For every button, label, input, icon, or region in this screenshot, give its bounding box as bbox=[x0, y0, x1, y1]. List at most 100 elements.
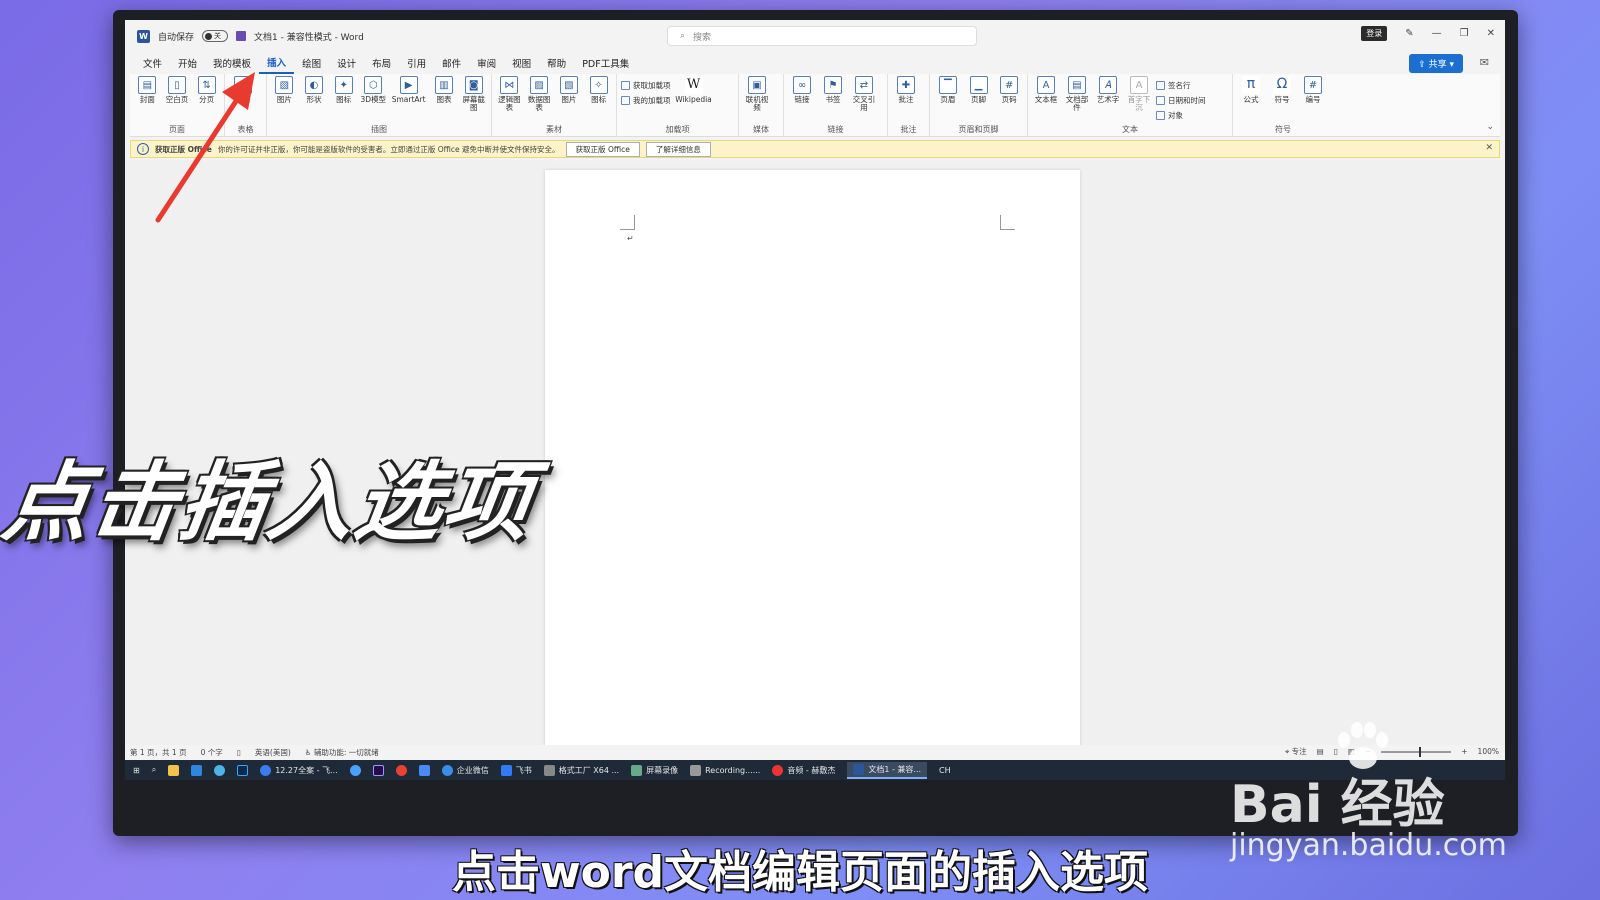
photoshop-icon[interactable] bbox=[237, 764, 249, 776]
icons-button[interactable]: ✦ 图标 bbox=[330, 76, 357, 104]
symbol-button[interactable]: Ω 符号 bbox=[1268, 76, 1296, 104]
tab-view[interactable]: 视图 bbox=[504, 52, 539, 74]
word-count[interactable]: 0 个字 bbox=[201, 747, 223, 758]
language-indicator[interactable]: 英语(美国) bbox=[255, 747, 291, 758]
pen-icon[interactable]: ✎ bbox=[1405, 28, 1413, 39]
cross-reference-button[interactable]: ⇄ 交叉引用 bbox=[850, 76, 878, 113]
close-icon[interactable]: ✕ bbox=[1487, 28, 1495, 39]
zoom-slider-thumb[interactable] bbox=[1419, 746, 1422, 757]
taskbar-item-wecom[interactable]: 企业微信 bbox=[441, 764, 489, 776]
save-icon[interactable] bbox=[236, 31, 247, 41]
tab-pdf-tools[interactable]: PDF工具集 bbox=[574, 52, 637, 74]
screen: W 自动保存 关 文档1 - 兼容性模式 - Word ⌕ 搜索 登录 ✎ — … bbox=[125, 20, 1505, 780]
signature-line-button[interactable]: 签名行 bbox=[1156, 80, 1206, 91]
tab-draw[interactable]: 绘图 bbox=[294, 52, 329, 74]
asset-icon-label: 图标 bbox=[591, 95, 607, 104]
learn-more-button[interactable]: 了解详细信息 bbox=[645, 141, 711, 157]
my-addins-button[interactable]: 我的加载项 bbox=[621, 95, 671, 106]
video-icon: ▣ bbox=[748, 76, 766, 94]
shapes-label: 形状 bbox=[306, 95, 322, 104]
file-explorer-icon[interactable] bbox=[168, 764, 180, 776]
object-button[interactable]: 对象 bbox=[1156, 110, 1206, 121]
logic-chart-button[interactable]: ⋈ 逻辑图表 bbox=[496, 76, 523, 113]
mail-icon[interactable] bbox=[418, 764, 430, 776]
footer-label: 页脚 bbox=[971, 95, 986, 104]
tab-review[interactable]: 审阅 bbox=[469, 52, 504, 74]
taskbar-item-feishu-doc[interactable]: 12.27全案 - 飞... bbox=[260, 764, 338, 776]
get-genuine-office-button[interactable]: 获取正版 Office bbox=[565, 141, 640, 157]
smartart-button[interactable]: ▶ SmartArt bbox=[390, 76, 428, 104]
taskbar-item-format-factory[interactable]: 格式工厂 X64 ... bbox=[543, 764, 619, 776]
premiere-icon[interactable] bbox=[372, 764, 384, 776]
ribbon-group-media: ▣ 联机视频 媒体 bbox=[739, 74, 784, 137]
collapse-ribbon-icon[interactable]: ⌄ bbox=[1486, 122, 1494, 132]
restore-icon[interactable]: ❐ bbox=[1460, 28, 1469, 39]
comment-button[interactable]: ✚ 批注 bbox=[892, 76, 920, 104]
wikipedia-button[interactable]: W Wikipedia bbox=[674, 76, 714, 104]
tab-design[interactable]: 设计 bbox=[329, 52, 364, 74]
mail-glyph-icon bbox=[418, 764, 430, 776]
footer-button[interactable]: ▁ 页脚 bbox=[965, 76, 993, 104]
equation-button[interactable]: π 公式 bbox=[1237, 76, 1265, 104]
chart-button[interactable]: ▥ 图表 bbox=[431, 76, 458, 104]
screenshot-button[interactable]: ◙ 屏幕截图 bbox=[460, 76, 487, 113]
tab-help[interactable]: 帮助 bbox=[539, 52, 574, 74]
accessibility-status[interactable]: ♿ 辅助功能: 一切就绪 bbox=[305, 747, 379, 758]
asset-picture-button[interactable]: ▧ 图片 bbox=[556, 76, 583, 104]
warning-close-icon[interactable]: ✕ bbox=[1485, 143, 1493, 153]
taskbar-search-icon[interactable]: ⌕ bbox=[152, 765, 156, 775]
page-count[interactable]: 第 1 页，共 1 页 bbox=[130, 747, 187, 758]
chrome-icon[interactable] bbox=[395, 764, 407, 776]
search-app-icon[interactable] bbox=[214, 764, 226, 776]
bookmark-button[interactable]: ⚑ 书签 bbox=[819, 76, 847, 104]
taskbar-label: 企业微信 bbox=[456, 765, 489, 775]
zoom-level[interactable]: 100% bbox=[1478, 747, 1499, 756]
taskbar-item-word[interactable]: 文档1 - 兼容... bbox=[847, 761, 928, 779]
taskbar-item-audio[interactable]: 音频 - 赫敷杰 bbox=[772, 764, 835, 776]
tab-insert[interactable]: 插入 bbox=[259, 52, 295, 74]
numbering-button[interactable]: # 编号 bbox=[1299, 76, 1327, 104]
link-button[interactable]: ∞ 链接 bbox=[788, 76, 816, 104]
login-button[interactable]: 登录 bbox=[1361, 26, 1388, 41]
focus-button[interactable]: ⌖ 专注 bbox=[1285, 746, 1307, 757]
zoom-in-icon[interactable]: + bbox=[1461, 747, 1467, 756]
get-addins-button[interactable]: 获取加载项 bbox=[621, 80, 671, 91]
document-page[interactable]: ↵ bbox=[545, 170, 1080, 750]
shapes-button[interactable]: ◐ 形状 bbox=[301, 76, 328, 104]
windows-start-icon[interactable]: ⊞ bbox=[133, 766, 140, 775]
date-time-button[interactable]: 日期和时间 bbox=[1156, 95, 1206, 106]
ime-indicator[interactable]: CH bbox=[939, 766, 951, 775]
text-box-button[interactable]: A 文本框 bbox=[1032, 76, 1060, 104]
taskbar-item-screen-recorder[interactable]: 屏幕录像 bbox=[631, 764, 678, 776]
page-number-button[interactable]: # 页码 bbox=[995, 76, 1023, 104]
smartart-label: SmartArt bbox=[391, 95, 426, 104]
autosave-toggle[interactable]: 关 bbox=[202, 30, 229, 42]
comment-label: 批注 bbox=[898, 95, 914, 104]
data-chart-button[interactable]: ▨ 数据图表 bbox=[526, 76, 553, 113]
minimize-icon[interactable]: — bbox=[1432, 28, 1442, 39]
search-box[interactable]: ⌕ 搜索 bbox=[667, 26, 977, 46]
picture-button[interactable]: ▧ 图片 bbox=[271, 76, 298, 104]
wordart-button[interactable]: 𝐴 艺术字 bbox=[1094, 76, 1122, 104]
signature-icon bbox=[1156, 81, 1165, 90]
3d-model-button[interactable]: ⬡ 3D模型 bbox=[360, 76, 387, 104]
asset-icon-button[interactable]: ✧ 图标 bbox=[585, 76, 612, 104]
browser-icon[interactable] bbox=[349, 764, 361, 776]
proofing-icon[interactable]: ▯ bbox=[237, 748, 241, 757]
tab-references[interactable]: 引用 bbox=[399, 52, 434, 74]
tab-layout[interactable]: 布局 bbox=[364, 52, 399, 74]
store-app-icon[interactable] bbox=[191, 764, 203, 776]
icons-label: 图标 bbox=[336, 95, 352, 104]
comment-icon[interactable]: ✉ bbox=[1480, 56, 1489, 69]
quick-parts-button[interactable]: ▤ 文档部件 bbox=[1063, 76, 1091, 113]
big-caption: 点击插入选项 bbox=[0, 453, 539, 553]
taskbar-item-recording[interactable]: Recording...... bbox=[690, 764, 760, 776]
drop-cap-button[interactable]: A 首字下沉 bbox=[1125, 76, 1153, 113]
online-video-button[interactable]: ▣ 联机视频 bbox=[743, 76, 771, 113]
share-button[interactable]: ⇪ 共享 ▾ bbox=[1409, 54, 1463, 73]
taskbar-item-feishu[interactable]: 飞书 bbox=[500, 764, 532, 776]
read-mode-icon[interactable]: ▤ bbox=[1317, 747, 1324, 756]
tab-mailings[interactable]: 邮件 bbox=[434, 52, 469, 74]
group-label-media: 媒体 bbox=[753, 125, 769, 134]
header-button[interactable]: ▔ 页眉 bbox=[934, 76, 962, 104]
